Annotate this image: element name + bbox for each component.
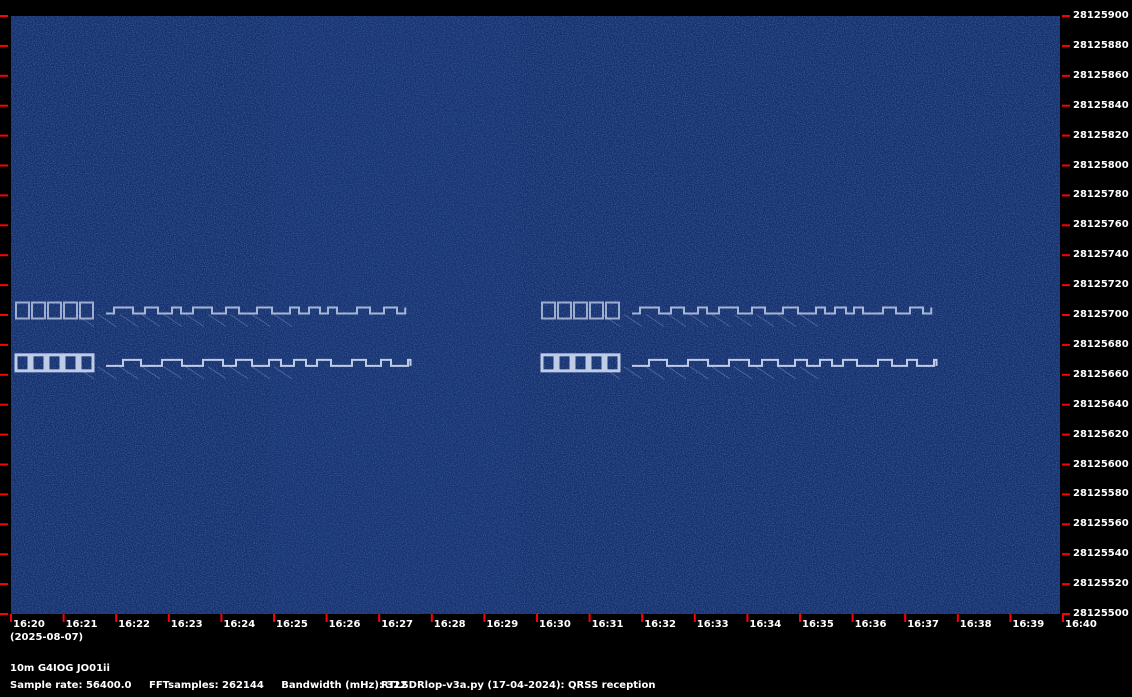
x-tick-label: 16:32 [644,619,677,630]
y-tick-label: 28125880 [1073,39,1129,51]
x-tick-label: 16:38 [959,619,992,630]
software-label: RTLSDRlop-v3a.py (17-04-2024): QRSS rece… [381,680,656,691]
sample-rate: Sample rate: 56400.0 [10,680,132,691]
y-tick-label: 28125580 [1073,488,1129,500]
x-tick-label: 16:28 [433,619,466,630]
station-label: 10m G4IOG JO01ii [10,663,110,674]
x-tick-label: 16:36 [854,619,887,630]
x-tick-label: 16:33 [696,619,729,630]
x-tick-label: 16:37 [907,619,940,630]
y-tick-label: 28125840 [1073,99,1129,111]
y-tick-label: 28125860 [1073,69,1129,81]
y-tick-label: 28125780 [1073,189,1129,201]
y-tick-label: 28125520 [1073,578,1129,590]
date-label: (2025-08-07) [10,632,84,643]
y-tick-label: 28125820 [1073,129,1129,141]
waterfall-chart [0,15,1070,622]
x-tick-label: 16:30 [539,619,571,630]
fft-samples: FFTsamples: 262144 [148,680,264,691]
y-tick-label: 28125620 [1073,428,1129,440]
x-tick-label: 16:20 [13,619,45,630]
x-tick-label: 16:35 [802,619,834,630]
y-tick-label: 28125900 [1073,10,1129,21]
y-tick-label: 28125720 [1073,279,1129,291]
x-tick-label: 16:27 [381,619,414,630]
x-tick-label: 16:31 [591,619,624,630]
x-tick-label: 16:34 [749,619,782,630]
y-tick-label: 28125680 [1073,338,1129,350]
x-tick-label: 16:24 [223,619,256,630]
y-tick-label: 28125740 [1073,249,1129,261]
x-tick-label: 16:25 [276,619,308,630]
x-tick-label: 16:26 [328,619,361,630]
y-tick-label: 28125500 [1073,608,1129,619]
x-tick-label: 16:21 [65,619,98,630]
y-tick-label: 28125640 [1073,398,1129,410]
y-tick-label: 28125700 [1073,309,1129,320]
x-tick-label: 16:39 [1012,619,1045,630]
y-tick-label: 28125800 [1073,159,1129,171]
x-tick-label: 16:40 [1065,619,1097,630]
waterfall-noise [11,16,1060,614]
y-tick-label: 28125560 [1073,518,1129,530]
y-tick-label: 28125760 [1073,219,1129,231]
y-tick-label: 28125600 [1073,458,1129,470]
x-tick-label: 16:23 [170,619,203,630]
waterfall-band [270,16,520,614]
x-tick-label: 16:22 [118,619,151,630]
y-tick-label: 28125540 [1073,548,1129,560]
x-tick-label: 16:29 [486,619,519,630]
receiver-params: Sample rate: 56400.0 FFTsamples: 262144 … [10,680,421,692]
y-tick-label: 28125660 [1073,368,1129,380]
